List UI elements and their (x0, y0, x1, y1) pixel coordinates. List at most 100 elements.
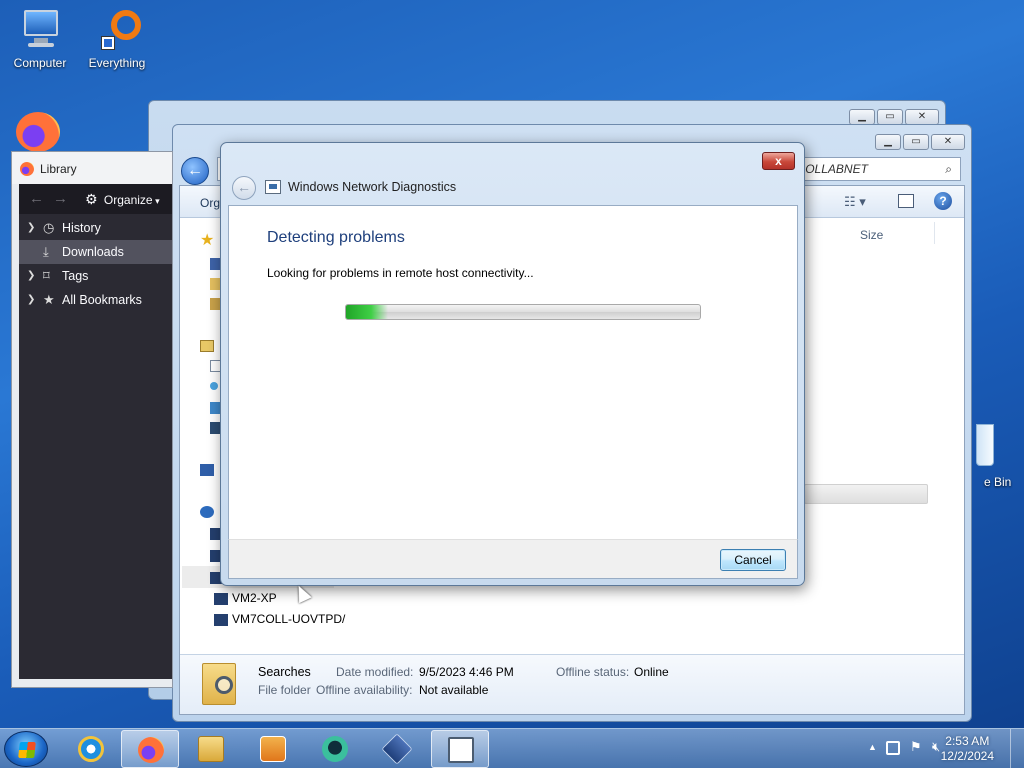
taskbar-clock[interactable]: 2:53 AM 12/2/2024 (941, 734, 994, 764)
tag-icon: ⌑ (43, 268, 50, 283)
forward-arrow-icon[interactable]: → (53, 190, 68, 207)
show-desktop-button[interactable] (1010, 729, 1024, 768)
library-item-label: Tags (62, 269, 89, 283)
network-computer-icon (214, 593, 228, 605)
help-icon[interactable]: ? (934, 192, 952, 210)
library-item-label: History (62, 221, 101, 235)
close-button[interactable]: ✕ (905, 109, 939, 125)
network-tray-icon[interactable] (886, 741, 900, 755)
minimize-button[interactable]: ▁ (875, 134, 901, 150)
header-divider (934, 222, 935, 244)
chevron-right-icon[interactable]: ❯ (27, 216, 35, 240)
details-type: File folder (258, 683, 311, 697)
network-diagnostics-icon (265, 180, 281, 194)
recycle-bin-partial-label: e Bin (984, 475, 1012, 489)
desktop-icon-everything[interactable]: Everything (79, 8, 155, 70)
network-diagnostics-dialog[interactable]: x ← Windows Network Diagnostics Detectin… (220, 142, 805, 586)
cancel-button[interactable]: Cancel (720, 549, 786, 571)
taskbar-firefox[interactable] (121, 730, 179, 768)
search-icon[interactable]: ⌕ (945, 162, 952, 176)
horizontal-scrollbar[interactable] (804, 484, 928, 504)
taskbar-network-diagnostics[interactable] (431, 730, 489, 768)
media-player-icon (260, 736, 286, 762)
clock-date: 12/2/2024 (940, 749, 994, 763)
organize-menu[interactable]: ⚙ Organize ▾ (85, 191, 160, 208)
preview-pane-icon[interactable] (898, 194, 914, 208)
taskbar-media-player[interactable] (244, 730, 302, 768)
desktop-icon-label: Everything (88, 56, 146, 70)
library-title: Library (40, 162, 77, 176)
library-item-all-bookmarks[interactable]: ❯ ★ All Bookmarks (19, 288, 172, 312)
taskbar-virtualbox[interactable] (368, 730, 426, 768)
details-offline-availability-label: Offline availability: (316, 683, 413, 697)
column-header-size[interactable]: Size (860, 228, 883, 242)
nav-item-vm2-xp[interactable]: VM2-XP (232, 591, 277, 605)
library-toolbar: ← → ⚙ Organize ▾ (19, 184, 172, 214)
music-icon (210, 382, 218, 390)
library-item-label: All Bookmarks (62, 293, 142, 307)
view-options-icon[interactable]: ☷ ▾ (844, 194, 866, 210)
details-date-modified: 9/5/2023 4:46 PM (419, 665, 514, 679)
maximize-button[interactable]: ▭ (877, 109, 903, 125)
file-explorer-icon (198, 736, 224, 762)
star-icon: ★ (43, 292, 55, 307)
details-date-modified-label: Date modified: (336, 665, 414, 679)
desktop-icon-label: Computer (13, 56, 67, 70)
action-center-flag-icon[interactable]: ⚑ (910, 739, 922, 755)
taskbar-internet-explorer[interactable] (62, 730, 120, 768)
library-item-label: Downloads (62, 245, 124, 259)
taskbar-file-explorer[interactable] (182, 730, 240, 768)
back-arrow-icon[interactable]: ← (232, 176, 256, 200)
details-offline-status-label: Offline status: (556, 665, 630, 679)
close-button[interactable]: ✕ (931, 134, 965, 150)
window-caption-buttons: ▁ ▭ ✕ (875, 134, 965, 150)
library-item-downloads[interactable]: ⤓ Downloads (19, 240, 172, 264)
dialog-description: Looking for problems in remote host conn… (267, 266, 534, 280)
firefox-library-window[interactable]: Library ← → ⚙ Organize ▾ ❯ ◷ History ⤓ D… (11, 151, 173, 688)
clock-icon: ◷ (43, 220, 55, 235)
network-icon (200, 506, 214, 518)
progress-bar (345, 304, 701, 320)
recycle-bin-icon[interactable] (976, 424, 994, 466)
start-button[interactable] (4, 731, 48, 767)
firefox-icon (16, 112, 60, 152)
network-diagnostics-icon (448, 737, 474, 763)
back-arrow-icon[interactable]: ← (29, 190, 44, 207)
details-offline-availability: Not available (419, 683, 489, 697)
library-item-tags[interactable]: ❯ ⌑ Tags (19, 264, 172, 288)
library-titlebar: Library (12, 152, 172, 184)
maximize-button[interactable]: ▭ (903, 134, 929, 150)
progress-fill (346, 305, 389, 319)
clock-time: 2:53 AM (945, 734, 990, 748)
chevron-down-icon: ▾ (152, 196, 160, 206)
nav-item-vm7coll[interactable]: VM7COLL-UOVTPD/ (232, 612, 345, 626)
close-button[interactable]: x (762, 152, 795, 170)
firefox-icon (20, 162, 34, 176)
dialog-footer: Cancel (228, 539, 798, 579)
folder-search-icon (202, 663, 236, 705)
everything-search-icon (93, 8, 141, 52)
chevron-right-icon[interactable]: ❯ (27, 288, 35, 312)
library-item-history[interactable]: ❯ ◷ History (19, 216, 172, 240)
chevron-right-icon[interactable]: ❯ (27, 264, 35, 288)
system-tray: ▲ ⚑ 🔇︎ 2:53 AM 12/2/2024 (844, 729, 1024, 768)
show-hidden-icons-icon[interactable]: ▲ (868, 742, 877, 752)
network-computer-icon (214, 614, 228, 626)
dialog-content: Detecting problems Looking for problems … (228, 205, 798, 539)
desktop-icon-computer[interactable]: Computer (2, 8, 78, 70)
volume-muted-icon[interactable]: 🔇︎ (932, 739, 940, 755)
desktop-icon-firefox-partial[interactable] (16, 112, 62, 152)
download-icon: ⤓ (43, 244, 49, 259)
details-pane: Searches File folder Date modified: 9/5/… (180, 654, 964, 714)
details-offline-status: Online (634, 665, 669, 679)
details-name: Searches (258, 665, 311, 679)
internet-explorer-icon (78, 736, 104, 762)
back-arrow-icon[interactable]: ← (181, 157, 209, 185)
gear-icon: ⚙ (85, 191, 98, 207)
computer-icon (16, 8, 64, 52)
chat-app-icon (322, 736, 348, 762)
address-text: OLLABNET (805, 162, 868, 176)
taskbar-chat-app[interactable] (306, 730, 364, 768)
favorites-star-icon: ★ (200, 232, 215, 249)
minimize-button[interactable]: ▁ (849, 109, 875, 125)
